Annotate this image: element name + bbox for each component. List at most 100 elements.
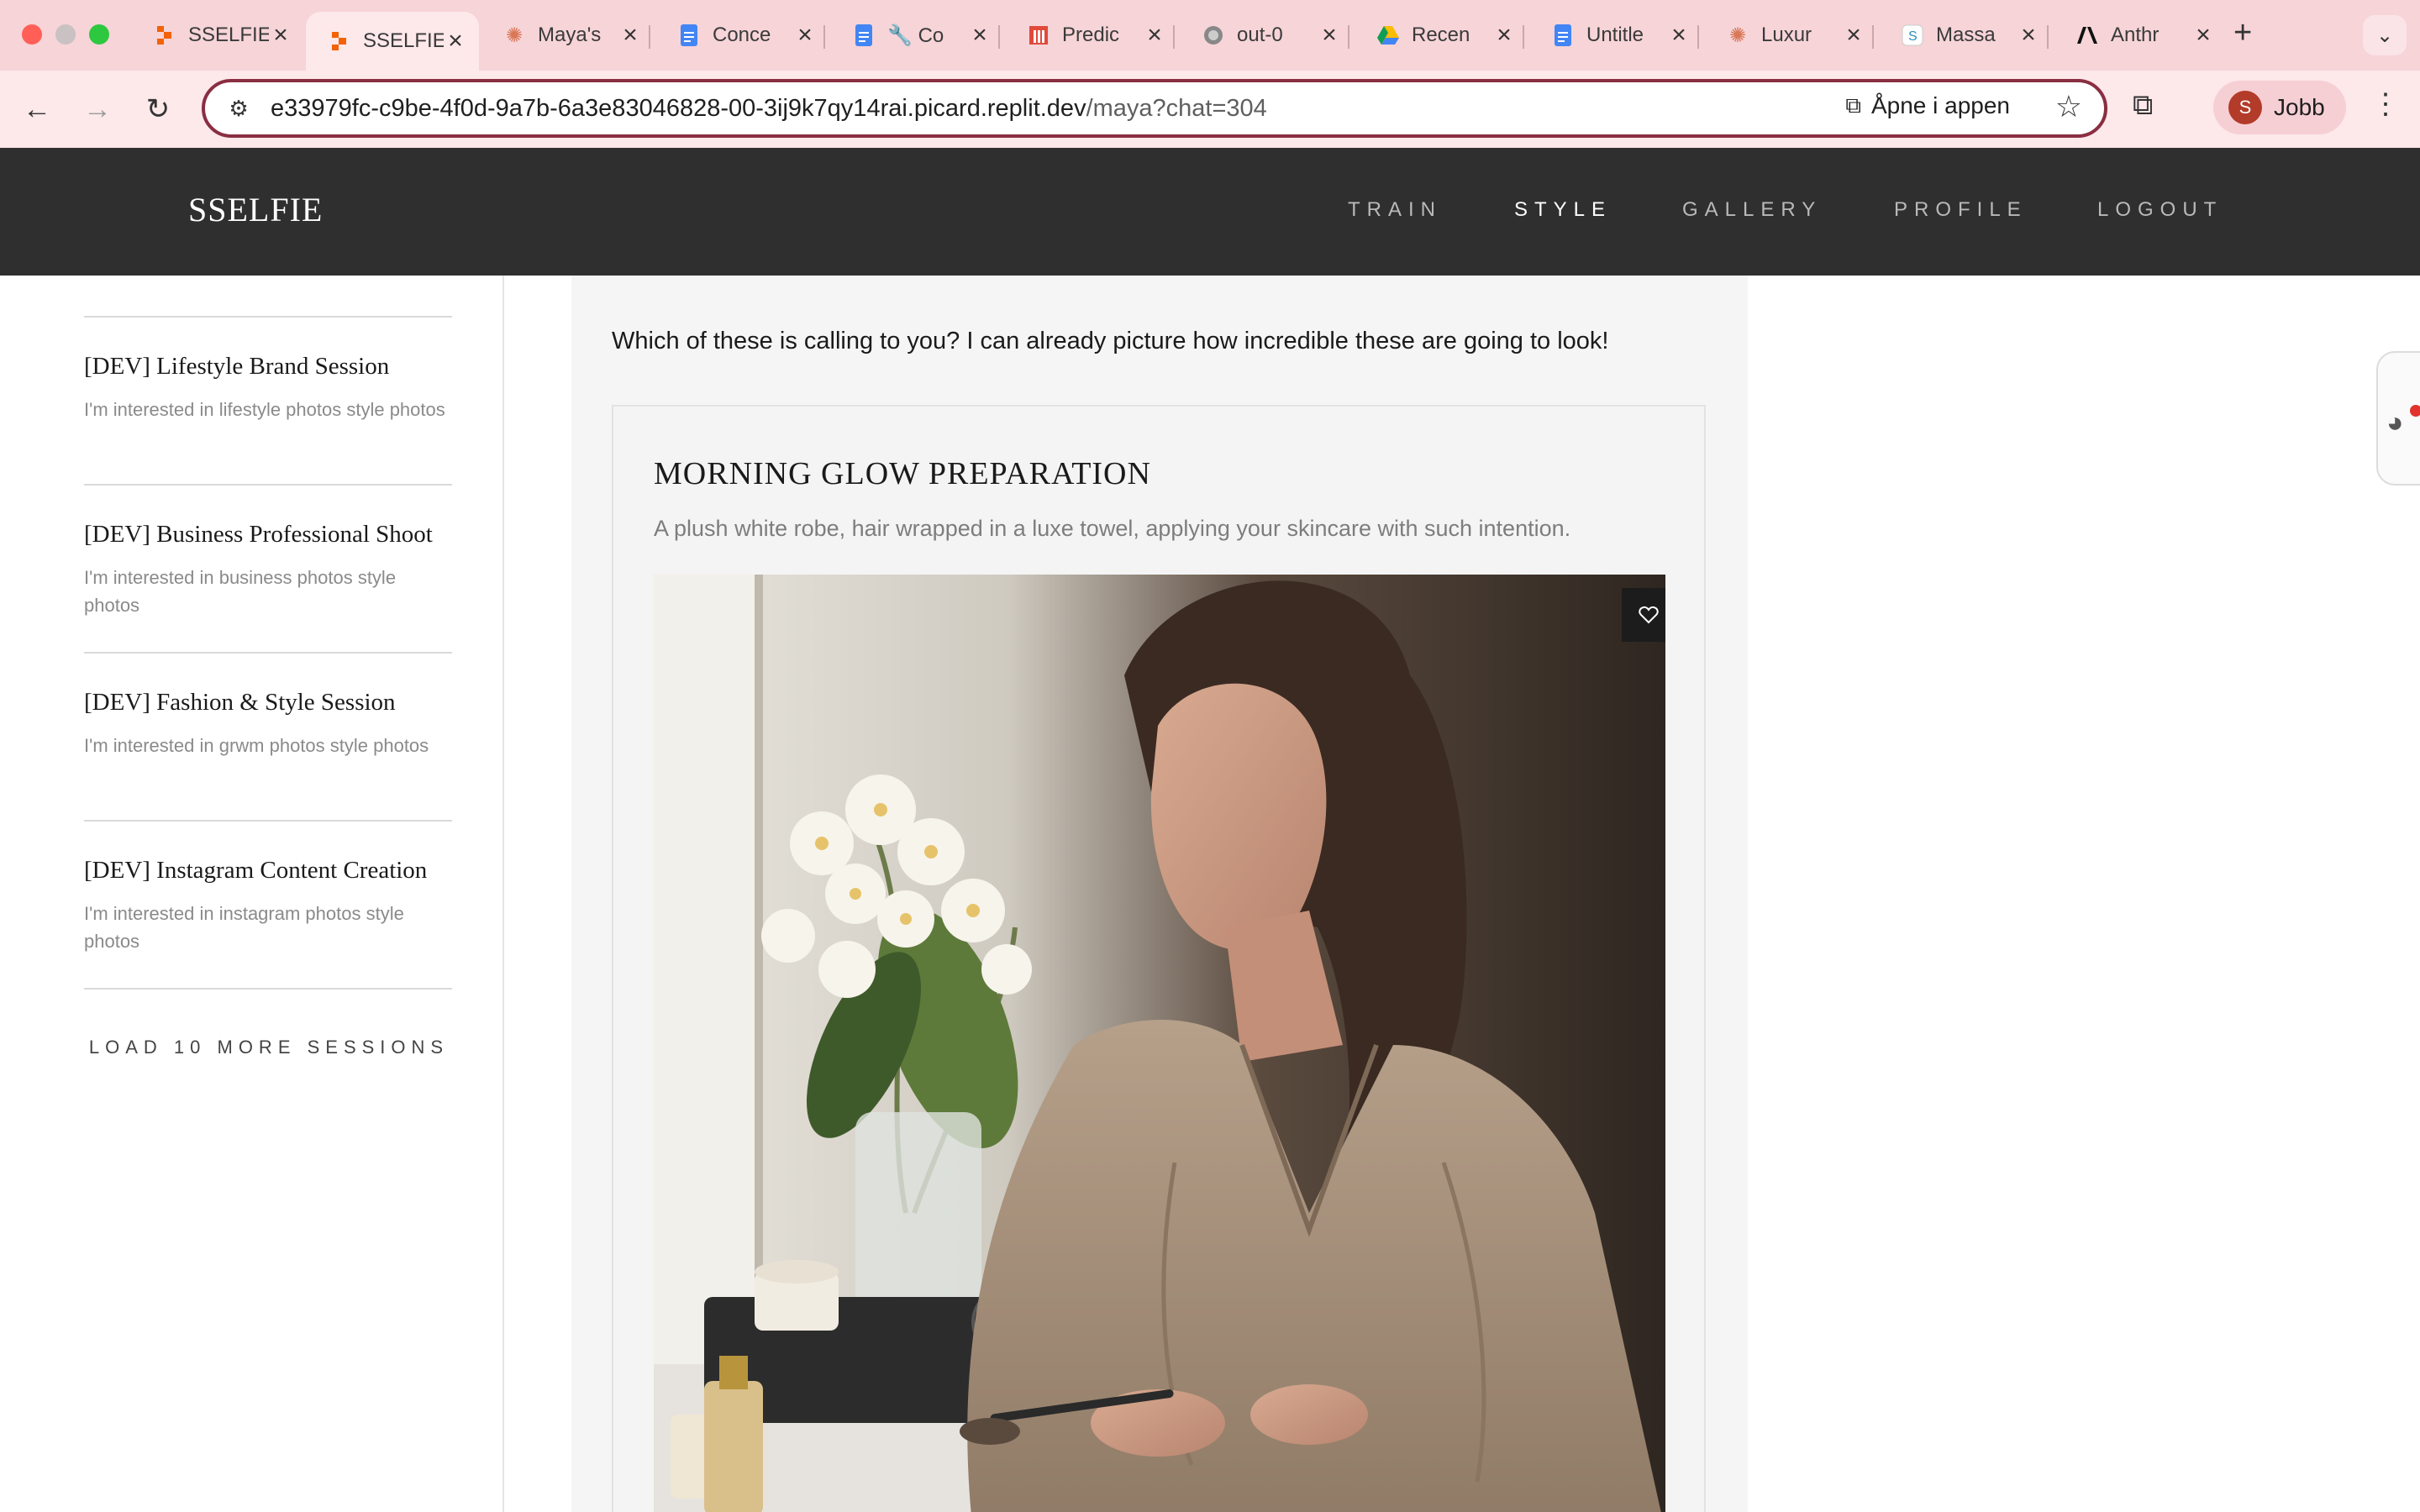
bookmark-star-icon[interactable]: ☆ (2055, 89, 2082, 124)
browser-tab[interactable]: SSELFIE × (131, 12, 304, 59)
nav-profile[interactable]: PROFILE (1894, 198, 2028, 222)
close-tab-icon[interactable]: × (444, 29, 467, 54)
notification-dot (2410, 405, 2420, 417)
maximize-window-button[interactable] (89, 24, 109, 45)
divider (84, 820, 452, 822)
divider (84, 484, 452, 486)
url-text[interactable]: e33979fc-c9be-4f0d-9a7b-6a3e83046828-00-… (271, 95, 1267, 123)
heart-icon (1639, 606, 1659, 624)
session-item[interactable]: [DEV] Lifestyle Brand Session I'm intere… (84, 353, 454, 423)
nav-logout[interactable]: LOGOUT (2097, 198, 2223, 222)
open-app-icon: ⧉ (1845, 92, 1861, 118)
browser-tab[interactable]: Recen × (1355, 12, 1528, 59)
tab-title: Untitle (1586, 24, 1644, 46)
reload-icon[interactable]: ↻ (136, 87, 180, 131)
avatar: S (2228, 91, 2262, 124)
browser-tab[interactable]: S Massa × (1879, 12, 2052, 59)
photo-illustration (654, 575, 1665, 1512)
browser-tab[interactable]: ✺ Luxur × (1704, 12, 1877, 59)
more-menu-icon[interactable]: ⋮ (2371, 87, 2400, 121)
extensions-puzzle-icon[interactable]: ⧉ (2133, 89, 2153, 122)
browser-tab[interactable]: Conce × (655, 12, 829, 59)
tab-title: Maya's (538, 24, 602, 46)
tab-separator (1523, 25, 1524, 49)
open-in-app-button[interactable]: ⧉ Åpne i appen (1845, 92, 2010, 119)
app-header: SSELFIE TRAIN STYLE GALLERY PROFILE LOGO… (0, 148, 2420, 276)
globe-icon (1202, 24, 1225, 47)
close-tab-icon[interactable]: × (2017, 23, 2040, 48)
tab-separator (1173, 25, 1175, 49)
tab-title: Massa (1936, 24, 1996, 46)
concept-description: A plush white robe, hair wrapped in a lu… (654, 516, 1571, 541)
site-settings-icon[interactable]: ⚙ (222, 96, 255, 122)
floating-assistant-widget[interactable]: ◕ (2376, 351, 2420, 486)
session-item[interactable]: [DEV] Instagram Content Creation I'm int… (84, 857, 454, 955)
browser-tab[interactable]: Anthr × (2054, 12, 2227, 59)
google-docs-icon (852, 24, 876, 47)
tab-title: Luxur (1761, 24, 1812, 46)
tab-title: Predic (1062, 24, 1120, 46)
close-tab-icon[interactable]: × (1842, 23, 1865, 48)
close-tab-icon[interactable]: × (269, 23, 292, 48)
new-tab-icon[interactable]: + (2233, 15, 2252, 51)
tab-title-text: Co (918, 24, 944, 47)
load-more-sessions-button[interactable]: LOAD 10 MORE SESSIONS (84, 1037, 454, 1058)
close-tab-icon[interactable]: × (793, 23, 817, 48)
back-arrow-icon[interactable]: ← (15, 87, 59, 131)
close-tab-icon[interactable]: × (1667, 23, 1691, 48)
google-docs-icon (677, 24, 701, 47)
session-item[interactable]: [DEV] Fashion & Style Session I'm intere… (84, 689, 454, 759)
nav-train[interactable]: TRAIN (1348, 198, 1442, 222)
browser-toolbar: ← → ↻ ⚙ e33979fc-c9be-4f0d-9a7b-6a3e8304… (0, 71, 2420, 148)
session-item[interactable]: [DEV] Business Professional Shoot I'm in… (84, 521, 454, 619)
session-description: I'm interested in lifestyle photos style… (84, 399, 445, 420)
divider (84, 988, 452, 990)
tab-separator (2047, 25, 2049, 49)
session-title: [DEV] Fashion & Style Session (84, 689, 396, 716)
close-tab-icon[interactable]: × (1492, 23, 1516, 48)
concept-card[interactable]: MORNING GLOW PREPARATION A plush white r… (612, 405, 1706, 1512)
favorite-heart-button[interactable] (1622, 588, 1665, 642)
claude-icon: ✺ (1728, 24, 1747, 47)
close-tab-icon[interactable]: × (2191, 23, 2215, 48)
google-drive-icon (1376, 24, 1400, 47)
address-bar[interactable]: ⚙ e33979fc-c9be-4f0d-9a7b-6a3e83046828-0… (202, 79, 2107, 138)
tab-title: Anthr (2111, 24, 2160, 46)
tab-separator (1697, 25, 1699, 49)
browser-tab[interactable]: Untitle × (1529, 12, 1702, 59)
profile-button[interactable]: S Jobb (2213, 81, 2346, 134)
google-docs-icon (1551, 24, 1575, 47)
tab-title: 🔧 Co (887, 24, 968, 48)
tab-title: Recen (1412, 24, 1470, 46)
browser-tab[interactable]: out-0 × (1180, 12, 1353, 59)
tab-title: Conce (713, 24, 771, 46)
replit-icon (153, 24, 176, 47)
divider (84, 316, 452, 318)
widget-icon: ◕ (2386, 407, 2404, 438)
tab-title: SSELFIE (188, 24, 269, 46)
concept-photo[interactable] (654, 575, 1665, 1512)
close-tab-icon[interactable]: × (968, 23, 992, 48)
close-window-button[interactable] (22, 24, 42, 45)
url-path: /maya?chat=304 (1086, 94, 1267, 122)
nav-gallery[interactable]: GALLERY (1682, 198, 1822, 222)
browser-tab-active[interactable]: SSELFIE × (306, 12, 479, 71)
divider (84, 652, 452, 654)
claude-icon: ✺ (505, 24, 523, 47)
forward-arrow-icon[interactable]: → (76, 87, 119, 131)
browser-tab[interactable]: 🔧 Co × (830, 12, 1003, 59)
tab-search-chevron-icon[interactable]: ⌄ (2363, 15, 2407, 55)
close-tab-icon[interactable]: × (1143, 23, 1166, 48)
replit-icon (328, 29, 351, 53)
brand-logo[interactable]: SSELFIE (188, 190, 323, 229)
open-in-app-label: Åpne i appen (1870, 92, 2010, 118)
browser-tab[interactable]: ✺ Maya's × (481, 12, 654, 59)
minimize-window-button[interactable] (55, 24, 76, 45)
close-tab-icon[interactable]: × (618, 23, 642, 48)
nav-style[interactable]: STYLE (1514, 198, 1612, 222)
close-tab-icon[interactable]: × (1318, 23, 1341, 48)
browser-tab[interactable]: Predic × (1005, 12, 1178, 59)
sessions-sidebar: [DEV] Lifestyle Brand Session I'm intere… (0, 276, 504, 1512)
tool-icon (1027, 24, 1050, 47)
concept-title: MORNING GLOW PREPARATION (654, 456, 1151, 491)
